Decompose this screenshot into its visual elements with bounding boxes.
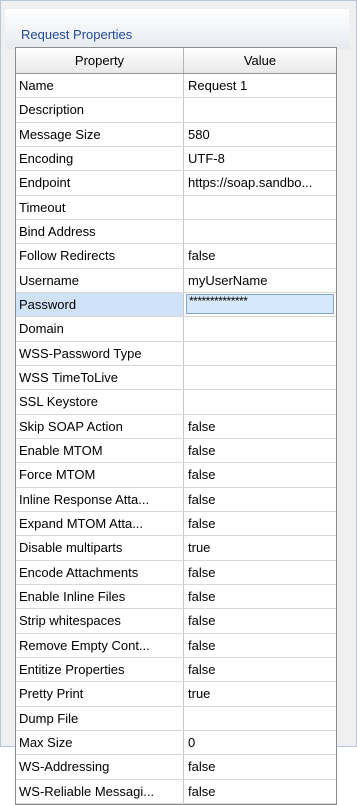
property-name-cell[interactable]: Bind Address <box>16 219 184 244</box>
property-value-cell[interactable] <box>184 366 336 389</box>
property-name-cell[interactable]: Disable multiparts <box>16 536 184 560</box>
table-row[interactable]: Entitize Properties false <box>16 657 336 683</box>
property-name-cell[interactable]: Follow Redirects <box>16 244 184 268</box>
table-row[interactable]: Follow Redirects false <box>16 244 336 269</box>
table-row[interactable]: Timeout <box>16 195 336 220</box>
property-name-cell[interactable]: Description <box>16 98 184 122</box>
table-row[interactable]: Dump File <box>16 706 336 731</box>
property-name-cell[interactable]: WS-Reliable Messagi... <box>16 779 184 803</box>
property-value-cell[interactable] <box>184 390 336 413</box>
table-header: Property Value <box>16 48 336 74</box>
property-name-cell[interactable]: WS-Addressing <box>16 755 184 779</box>
property-value-cell[interactable]: false <box>184 755 336 778</box>
property-value-cell[interactable]: myUserName <box>184 269 336 292</box>
property-value-cell[interactable]: false <box>184 439 336 462</box>
properties-table: Property Value Name Request 1 Description M… <box>15 47 337 805</box>
property-value-cell[interactable]: false <box>184 488 336 511</box>
property-name-cell[interactable]: Inline Response Atta... <box>16 487 184 511</box>
property-name-cell[interactable]: Skip SOAP Action <box>16 414 184 438</box>
property-name-cell[interactable]: Name <box>16 74 184 98</box>
property-name-cell[interactable]: Encoding <box>16 146 184 171</box>
property-value-cell[interactable]: true <box>184 682 336 705</box>
property-value-cell[interactable]: false <box>184 658 336 681</box>
property-name-cell[interactable]: Enable Inline Files <box>16 584 184 609</box>
table-row[interactable]: Force MTOM false <box>16 463 336 488</box>
table-row[interactable]: SSL Keystore <box>16 390 336 415</box>
property-name-cell[interactable]: Encode Attachments <box>16 560 184 584</box>
panel-title: Request Properties <box>21 27 133 42</box>
property-value-cell[interactable]: false <box>184 561 336 584</box>
property-value-cell[interactable]: false <box>184 609 336 632</box>
property-name-cell[interactable]: Pretty Print <box>16 682 184 706</box>
property-value-cell[interactable] <box>184 317 336 340</box>
request-properties-panel: Request Properties Property Value Name Re… <box>0 0 357 805</box>
table-row[interactable]: Remove Empty Cont... false <box>16 633 336 658</box>
property-value-cell[interactable] <box>184 342 336 365</box>
table-row[interactable]: Inline Response Atta... false <box>16 487 336 512</box>
table-row[interactable]: Disable multiparts true <box>16 536 336 561</box>
property-value-cell[interactable]: false <box>184 512 336 535</box>
table-row[interactable]: Message Size 580 <box>16 122 336 147</box>
table-row[interactable]: Skip SOAP Action false <box>16 414 336 439</box>
table-row[interactable]: Expand MTOM Atta... false <box>16 511 336 537</box>
table-row[interactable]: WSS TimeToLive <box>16 365 336 391</box>
property-value-cell[interactable]: false <box>184 634 336 657</box>
password-field[interactable]: ************** <box>186 293 334 314</box>
property-name-cell[interactable]: Timeout <box>16 195 184 219</box>
table-row[interactable]: Username myUserName <box>16 268 336 293</box>
property-value-cell[interactable]: true <box>184 536 336 559</box>
property-name-cell[interactable]: Domain <box>16 317 184 341</box>
table-row[interactable]: Encode Attachments false <box>16 560 336 585</box>
property-value-cell[interactable] <box>184 196 336 219</box>
property-name-cell[interactable]: Endpoint <box>16 171 184 195</box>
table-row[interactable]: Strip whitespaces false <box>16 609 336 634</box>
property-value-cell[interactable] <box>184 98 336 121</box>
property-value-cell[interactable]: https://soap.sandbo... <box>184 171 336 194</box>
table-row[interactable]: WS-Reliable Messagi... false <box>16 779 336 804</box>
property-value-cell[interactable]: false <box>184 415 336 438</box>
property-name-cell[interactable]: Remove Empty Cont... <box>16 633 184 657</box>
property-name-cell[interactable]: Force MTOM <box>16 463 184 487</box>
property-name-cell[interactable]: Message Size <box>16 122 184 146</box>
property-name-cell[interactable]: Strip whitespaces <box>16 609 184 633</box>
property-name-cell[interactable]: Password <box>16 292 184 317</box>
property-name-cell[interactable]: Entitize Properties <box>16 657 184 682</box>
property-value-cell[interactable]: false <box>184 585 336 608</box>
property-name-cell[interactable]: WSS TimeToLive <box>16 365 184 390</box>
table-row[interactable]: Endpoint https://soap.sandbo... <box>16 171 336 196</box>
property-name-cell[interactable]: Expand MTOM Atta... <box>16 511 184 536</box>
property-value-cell[interactable]: 0 <box>184 731 336 754</box>
table-row[interactable]: Name Request 1 <box>16 74 336 99</box>
property-name-cell[interactable]: WSS-Password Type <box>16 341 184 365</box>
table-row[interactable]: Bind Address <box>16 219 336 245</box>
property-value-cell[interactable] <box>184 220 336 243</box>
property-name-cell[interactable]: Max Size <box>16 730 184 755</box>
table-row[interactable]: Enable MTOM false <box>16 438 336 464</box>
property-name-cell[interactable]: SSL Keystore <box>16 390 184 414</box>
property-value-cell[interactable]: Request 1 <box>184 74 336 97</box>
property-value-cell[interactable]: false <box>184 463 336 486</box>
table-row[interactable]: Pretty Print true <box>16 682 336 707</box>
table-row[interactable]: Enable Inline Files false <box>16 584 336 610</box>
table-row[interactable]: WSS-Password Type <box>16 341 336 366</box>
table-row[interactable]: Encoding UTF-8 <box>16 146 336 172</box>
property-value-editor[interactable]: ************** <box>184 293 336 316</box>
table-row[interactable]: WS-Addressing false <box>16 755 336 780</box>
property-value-cell[interactable] <box>184 707 336 730</box>
column-header-property[interactable]: Property <box>16 48 184 73</box>
table-row[interactable]: Description <box>16 98 336 123</box>
column-header-value[interactable]: Value <box>184 48 336 73</box>
property-value-cell[interactable]: 580 <box>184 123 336 146</box>
property-value-cell[interactable]: false <box>184 244 336 267</box>
property-name-cell[interactable]: Dump File <box>16 706 184 730</box>
property-value-cell[interactable]: UTF-8 <box>184 147 336 170</box>
property-name-cell[interactable]: Username <box>16 268 184 292</box>
table-row[interactable]: Max Size 0 <box>16 730 336 756</box>
table-row[interactable]: Domain <box>16 317 336 342</box>
property-name-cell[interactable]: Enable MTOM <box>16 438 184 463</box>
property-value-cell[interactable]: false <box>184 780 336 803</box>
table-body: Name Request 1 Description Message Size 580 E… <box>16 74 336 804</box>
table-row[interactable]: Password ************** <box>16 292 336 318</box>
